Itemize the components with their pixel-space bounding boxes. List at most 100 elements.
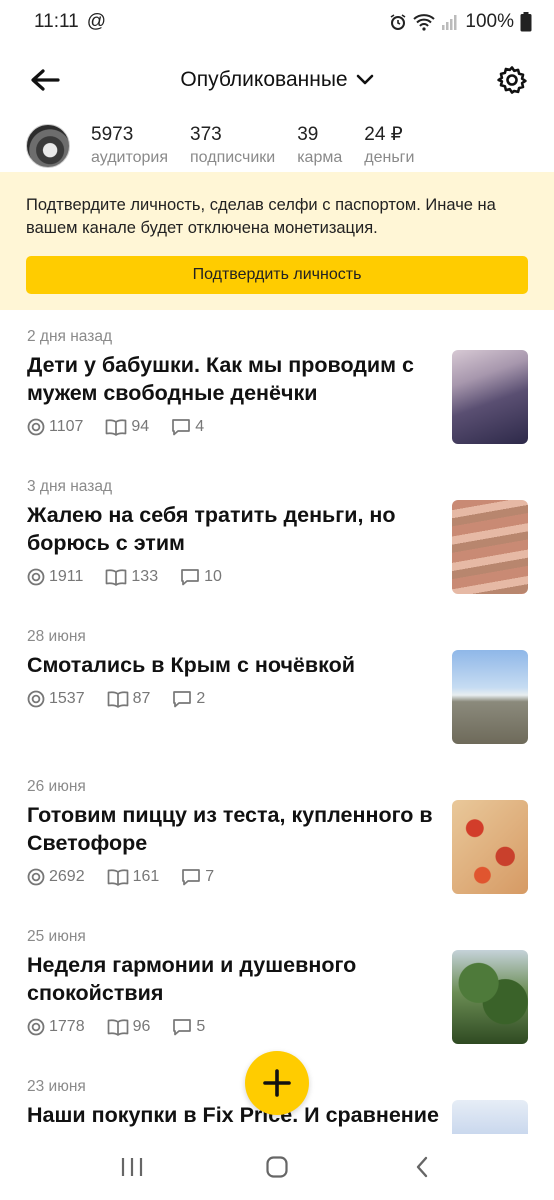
back-button[interactable] bbox=[26, 62, 64, 98]
views-count: 1537 bbox=[49, 690, 85, 707]
post-date: 28 июня bbox=[27, 628, 86, 645]
avatar[interactable] bbox=[26, 124, 70, 168]
reads-stat: 96 bbox=[107, 1018, 151, 1036]
comment-icon bbox=[173, 1019, 192, 1036]
stat-label: деньги bbox=[364, 149, 415, 166]
comments-count: 5 bbox=[196, 1018, 206, 1035]
verify-identity-button[interactable]: Подтвердить личность bbox=[26, 256, 528, 294]
eye-icon bbox=[27, 690, 45, 708]
post-title: Смотались в Крым с ночёвкой bbox=[27, 653, 355, 677]
post-date: 2 дня назад bbox=[27, 328, 113, 345]
stat-money[interactable]: 24 ₽ деньги bbox=[364, 123, 414, 169]
chevron-left-icon bbox=[416, 1156, 427, 1178]
top-app-bar: Опубликованные bbox=[0, 50, 554, 110]
reads-count: 87 bbox=[132, 690, 151, 707]
recent-apps-button[interactable] bbox=[102, 1142, 162, 1192]
list-item[interactable]: 26 июня Готовим пиццу из теста, купленно… bbox=[0, 760, 554, 910]
post-thumbnail[interactable] bbox=[452, 350, 528, 444]
status-right: 100% bbox=[389, 11, 532, 33]
comment-icon bbox=[173, 691, 192, 708]
comments-count: 4 bbox=[195, 418, 205, 435]
comment-icon bbox=[182, 869, 201, 886]
stat-value: 24 ₽ bbox=[364, 124, 403, 145]
system-back-button[interactable] bbox=[392, 1142, 452, 1192]
post-title: Готовим пиццу из теста, купленного в Све… bbox=[27, 803, 433, 855]
chevron-down-icon[interactable] bbox=[356, 74, 374, 86]
stat-label: аудитория bbox=[91, 149, 169, 166]
list-item[interactable]: 28 июня Смотались в Крым с ночёвкой 1537… bbox=[0, 610, 554, 760]
book-icon bbox=[107, 691, 128, 708]
add-post-button[interactable] bbox=[245, 1051, 309, 1115]
comments-stat: 4 bbox=[171, 418, 204, 436]
settings-button[interactable] bbox=[494, 62, 530, 98]
comments-count: 2 bbox=[196, 690, 206, 707]
eye-icon bbox=[27, 1018, 45, 1036]
post-thumbnail[interactable] bbox=[452, 1100, 528, 1134]
recent-apps-icon bbox=[122, 1158, 143, 1176]
home-icon bbox=[266, 1156, 288, 1178]
signal-icon bbox=[442, 15, 457, 30]
arrow-left-icon bbox=[31, 69, 60, 91]
title-dropdown: Опубликованные bbox=[0, 50, 554, 110]
stat-karma[interactable]: 39 карма bbox=[297, 123, 342, 169]
system-nav-bar bbox=[0, 1134, 554, 1200]
post-date: 25 июня bbox=[27, 928, 86, 945]
reads-stat: 133 bbox=[105, 568, 158, 586]
stat-audience[interactable]: 5973 аудитория bbox=[91, 123, 168, 169]
book-icon bbox=[106, 569, 127, 586]
reads-count: 133 bbox=[131, 568, 159, 585]
post-thumbnail[interactable] bbox=[452, 950, 528, 1044]
views-stat: 1537 bbox=[27, 690, 85, 708]
post-title: Наши покупки в Fix Price. И сравнение не… bbox=[27, 1103, 439, 1134]
post-date: 3 дня назад bbox=[27, 478, 113, 495]
channel-stats: 5973 аудитория 373 подписчики 39 карма 2… bbox=[26, 118, 534, 174]
home-button[interactable] bbox=[247, 1142, 307, 1192]
posts-feed[interactable]: 2 дня назад Дети у бабушки. Как мы прово… bbox=[0, 310, 554, 1134]
stat-value: 373 bbox=[190, 124, 222, 145]
stat-value: 5973 bbox=[91, 124, 134, 145]
stat-value: 39 bbox=[297, 124, 319, 145]
comments-stat: 7 bbox=[181, 868, 214, 886]
stat-label: карма bbox=[297, 149, 343, 166]
status-bar: 11:11 @ 100% bbox=[0, 0, 554, 44]
post-thumbnail[interactable] bbox=[452, 500, 528, 594]
post-thumbnail[interactable] bbox=[452, 800, 528, 894]
list-item[interactable]: 3 дня назад Жалею на себя тратить деньги… bbox=[0, 460, 554, 610]
comment-icon bbox=[181, 569, 199, 586]
page-title[interactable]: Опубликованные bbox=[180, 68, 347, 92]
comments-stat: 5 bbox=[172, 1018, 205, 1036]
list-item[interactable]: 25 июня Неделя гармонии и душевного спок… bbox=[0, 910, 554, 1060]
status-time: 11:11 bbox=[34, 11, 79, 32]
views-count: 1911 bbox=[49, 568, 84, 585]
alarm-icon bbox=[390, 14, 406, 30]
comments-stat: 10 bbox=[180, 568, 222, 586]
eye-icon bbox=[27, 418, 45, 436]
eye-icon bbox=[27, 868, 45, 886]
book-icon bbox=[106, 419, 127, 436]
book-icon bbox=[107, 1019, 128, 1036]
comment-icon bbox=[172, 419, 191, 436]
post-thumbnail[interactable] bbox=[452, 650, 528, 744]
views-stat: 1911 bbox=[27, 568, 83, 586]
post-title: Жалею на себя тратить деньги, но борюсь … bbox=[27, 503, 396, 555]
post-date: 26 июня bbox=[27, 778, 86, 795]
eye-icon bbox=[27, 568, 45, 586]
reads-count: 96 bbox=[132, 1018, 151, 1035]
banner-text: Подтвердите личность, сделав селфи с пас… bbox=[26, 196, 496, 237]
reads-count: 161 bbox=[132, 868, 160, 885]
stat-subscribers[interactable]: 373 подписчики bbox=[190, 123, 275, 169]
views-stat: 1778 bbox=[27, 1018, 85, 1036]
at-icon: @ bbox=[86, 11, 107, 32]
stat-label: подписчики bbox=[190, 149, 276, 166]
post-title: Неделя гармонии и душевного спокойствия bbox=[27, 953, 357, 1005]
views-stat: 1107 bbox=[27, 418, 83, 436]
reads-stat: 94 bbox=[105, 418, 149, 436]
comments-stat: 2 bbox=[172, 690, 205, 708]
wifi-icon bbox=[413, 14, 436, 31]
list-item[interactable]: 2 дня назад Дети у бабушки. Как мы прово… bbox=[0, 310, 554, 460]
post-title: Дети у бабушки. Как мы проводим с мужем … bbox=[27, 353, 414, 405]
verification-banner: Подтвердите личность, сделав селфи с пас… bbox=[0, 172, 554, 310]
battery-percent: 100% bbox=[465, 11, 514, 32]
gear-icon bbox=[497, 66, 527, 94]
comments-count: 7 bbox=[205, 868, 215, 885]
